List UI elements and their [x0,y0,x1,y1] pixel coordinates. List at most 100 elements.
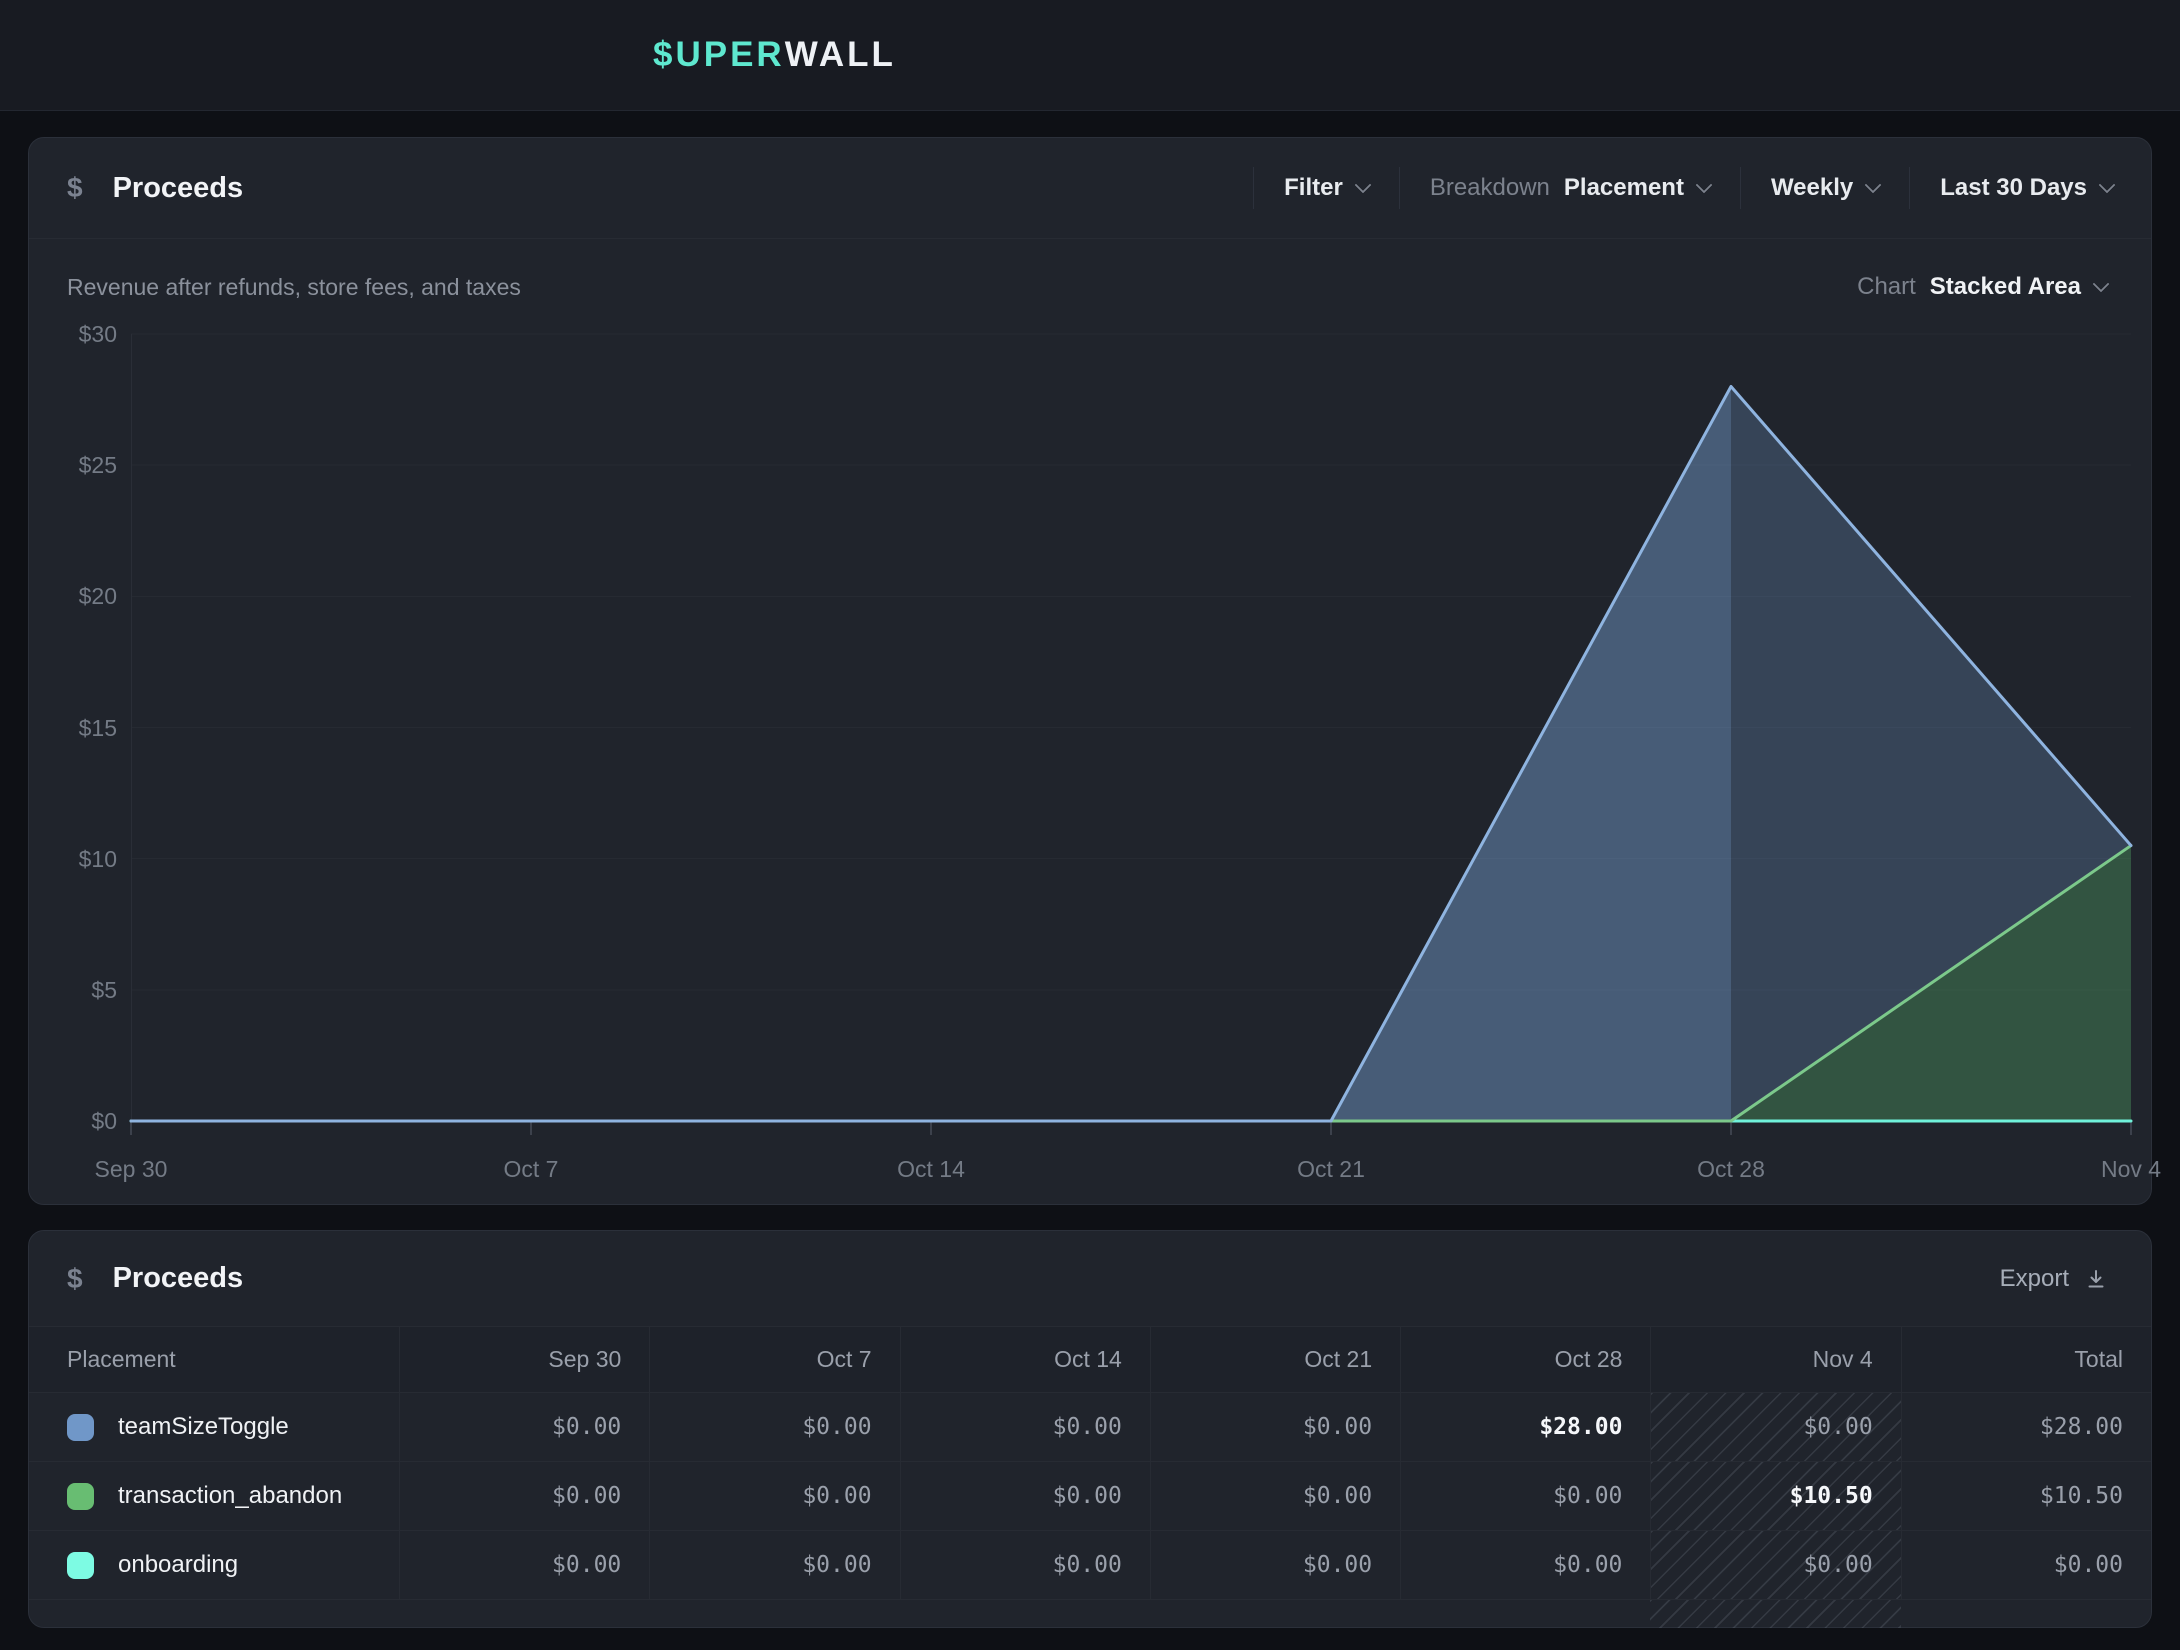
filter-dropdown[interactable]: Filter [1284,174,1369,202]
date-range-value: Last 30 Days [1940,174,2087,202]
chevron-down-icon [2099,177,2116,194]
table-row-name: onboarding [29,1531,399,1600]
table-cell-incomplete-period: $0.00 [1650,1531,1900,1600]
proceeds-table-panel: $ Proceeds Export Placement Sep 30 Oct 7… [28,1230,2152,1628]
download-icon [2085,1268,2107,1290]
chart-type-label: Chart [1857,273,1916,301]
top-navigation-bar: $UPERWALL [0,0,2180,111]
column-header[interactable]: Oct 14 [900,1327,1150,1393]
y-axis-tick-label: $10 [27,845,117,873]
table-panel-header: $ Proceeds Export [29,1231,2151,1326]
x-axis-tick-label: Nov 4 [2061,1156,2180,1183]
y-axis-tick-label: $20 [27,582,117,610]
x-axis-tick-label: Oct 21 [1261,1156,1401,1183]
date-range-dropdown[interactable]: Last 30 Days [1940,174,2113,202]
table-cell: $0.00 [649,1462,899,1531]
column-header[interactable]: Sep 30 [399,1327,649,1393]
table-footer [399,1600,649,1628]
divider [1909,167,1910,209]
export-button[interactable]: Export [1994,1264,2113,1294]
table-cell: $0.00 [1400,1462,1650,1531]
column-header[interactable]: Nov 4 [1650,1327,1900,1393]
dollar-icon: $ [67,1263,83,1295]
x-axis-tick-label: Oct 14 [861,1156,1001,1183]
table-footer [1150,1600,1400,1628]
stacked-area-chart[interactable]: $30$25$20$15$10$5$0Sep 30Oct 7Oct 14Oct … [131,334,2131,1121]
chart-controls: Filter Breakdown Placement Weekly Last 3… [1253,167,2113,209]
y-axis-tick-label: $30 [27,320,117,348]
chart-panel-header: $ Proceeds Filter Breakdown Placement We… [29,138,2151,239]
column-header[interactable]: Oct 7 [649,1327,899,1393]
interval-dropdown[interactable]: Weekly [1771,174,1879,202]
superwall-logo[interactable]: $UPERWALL [653,0,896,110]
table-row-name: teamSizeToggle [29,1393,399,1462]
table-cell: $0.00 [399,1462,649,1531]
table-cell: $0.00 [399,1531,649,1600]
table-cell-total: $0.00 [1901,1531,2151,1600]
table-footer [649,1600,899,1628]
placement-name: teamSizeToggle [118,1413,289,1441]
divider [1740,167,1741,209]
table-cell: $0.00 [649,1393,899,1462]
x-axis-tick-label: Oct 7 [461,1156,601,1183]
proceeds-chart-panel: $ Proceeds Filter Breakdown Placement We… [28,137,2152,1205]
y-axis-tick-label: $25 [27,451,117,479]
table-cell: $0.00 [1150,1462,1400,1531]
table-cell: $0.00 [900,1531,1150,1600]
table-footer [900,1600,1150,1628]
breakdown-label: Breakdown [1430,174,1550,202]
chevron-down-icon [1695,177,1712,194]
logo-text-prefix: $UPER [653,35,785,75]
breakdown-value: Placement [1564,174,1684,202]
table-row-name: transaction_abandon [29,1462,399,1531]
table-footer [29,1600,399,1628]
chart-panel-title: Proceeds [113,172,244,205]
table-panel-title: Proceeds [113,1262,244,1295]
chart-subheader: Revenue after refunds, store fees, and t… [29,240,2151,334]
column-header[interactable]: Oct 28 [1400,1327,1650,1393]
x-axis-tick-label: Oct 28 [1661,1156,1801,1183]
dollar-icon: $ [67,172,83,204]
x-axis-tick-label: Sep 30 [61,1156,201,1183]
divider [1253,167,1254,209]
export-label: Export [2000,1265,2069,1293]
table-cell-total: $10.50 [1901,1462,2151,1531]
table-cell: $28.00 [1400,1393,1650,1462]
divider [1399,167,1400,209]
table-cell: $0.00 [1150,1531,1400,1600]
placement-name: onboarding [118,1551,238,1579]
table-cell: $0.00 [900,1462,1150,1531]
y-axis-tick-label: $15 [27,714,117,742]
table-footer-incomplete-period [1650,1600,1900,1628]
placement-name: transaction_abandon [118,1482,342,1510]
y-axis-tick-label: $5 [27,976,117,1004]
chart-subtitle: Revenue after refunds, store fees, and t… [67,274,521,301]
column-header[interactable]: Oct 21 [1150,1327,1400,1393]
table-cell-incomplete-period: $10.50 [1650,1462,1900,1531]
table-cell: $0.00 [649,1531,899,1600]
filter-label: Filter [1284,174,1343,202]
table-cell: $0.00 [1150,1393,1400,1462]
table-footer [1901,1600,2151,1628]
chevron-down-icon [2093,276,2110,293]
series-color-swatch [67,1483,94,1510]
chart-type-value: Stacked Area [1930,273,2081,301]
table-cell-incomplete-period: $0.00 [1650,1393,1900,1462]
breakdown-dropdown[interactable]: Breakdown Placement [1430,174,1710,202]
interval-value: Weekly [1771,174,1853,202]
table-cell: $0.00 [1400,1531,1650,1600]
chevron-down-icon [1354,177,1371,194]
proceeds-table: Placement Sep 30 Oct 7 Oct 14 Oct 21 Oct… [29,1326,2151,1628]
series-color-swatch [67,1414,94,1441]
table-cell: $0.00 [399,1393,649,1462]
series-color-swatch [67,1552,94,1579]
chevron-down-icon [1865,177,1882,194]
chart-canvas [131,334,2131,1134]
chart-type-dropdown[interactable]: Chart Stacked Area [1851,272,2113,302]
logo-text-suffix: WALL [785,35,896,75]
column-header-placement[interactable]: Placement [29,1327,399,1393]
table-cell-total: $28.00 [1901,1393,2151,1462]
y-axis-tick-label: $0 [27,1107,117,1135]
table-footer [1400,1600,1650,1628]
column-header[interactable]: Total [1901,1327,2151,1393]
